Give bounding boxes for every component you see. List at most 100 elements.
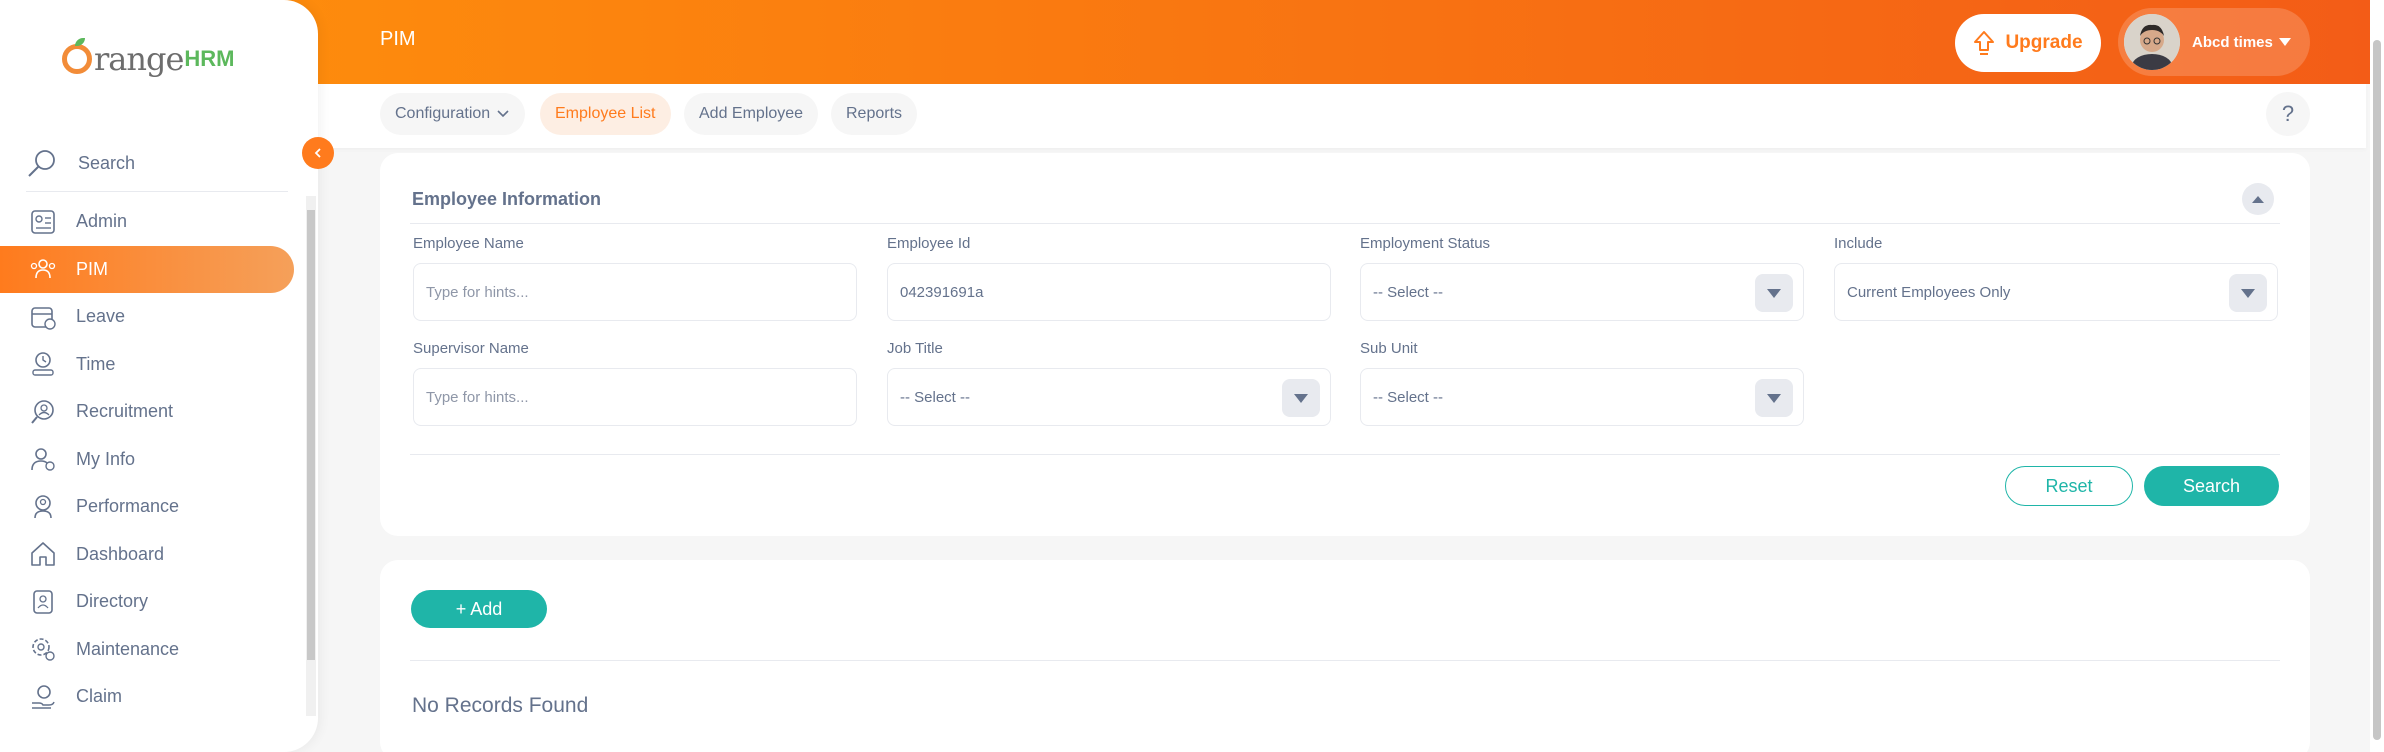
time-icon <box>28 349 58 379</box>
sidebar-item-label: Maintenance <box>76 638 180 659</box>
search-icon <box>28 149 55 177</box>
help-button[interactable]: ? <box>2266 92 2310 136</box>
sidebar-item-dashboard[interactable]: Dashboard <box>0 531 296 579</box>
tab-employee-list[interactable]: Employee List <box>540 93 671 135</box>
sidebar-item-label: Time <box>76 353 116 374</box>
recruitment-icon <box>28 397 58 427</box>
orangehrm-logo[interactable]: range HRM <box>62 38 235 78</box>
directory-icon <box>28 587 58 617</box>
chevron-left-icon <box>314 148 321 158</box>
sidebar-item-maintenance[interactable]: Maintenance <box>0 626 296 674</box>
sidebar-item-my-info[interactable]: My Info <box>0 436 296 484</box>
job-title-value: -- Select -- <box>900 388 971 406</box>
user-name: Abcd times <box>2192 33 2273 51</box>
sidebar-item-admin[interactable]: Admin <box>0 198 296 246</box>
my-info-icon <box>28 444 58 474</box>
top-bar: PIM Upgrade Abcd times <box>0 0 2384 84</box>
dashboard-icon <box>28 539 58 569</box>
include-label: Include <box>1834 235 1883 252</box>
add-employee-button[interactable]: + Add <box>411 590 547 628</box>
sidebar-item-label: Recruitment <box>76 401 174 422</box>
dropdown-toggle[interactable] <box>1282 379 1320 417</box>
job-title-label: Job Title <box>887 340 943 357</box>
sidebar-scrollbar[interactable] <box>306 196 316 716</box>
tab-reports-label: Reports <box>846 105 903 122</box>
supervisor-name-label: Supervisor Name <box>413 340 529 357</box>
card-title: Employee Information <box>412 189 602 209</box>
pim-icon <box>28 254 58 284</box>
logo-icon <box>62 38 92 74</box>
sidebar-item-label: Claim <box>76 686 123 707</box>
sidebar-search-placeholder: Search <box>78 153 136 173</box>
tab-configuration[interactable]: Configuration <box>380 93 526 135</box>
sidebar-item-label: Directory <box>76 591 149 612</box>
caret-down-icon <box>2241 288 2255 298</box>
sidebar-item-label: Performance <box>76 496 180 517</box>
caret-down-icon <box>1294 393 1308 403</box>
sidebar-item-label: My Info <box>76 448 136 469</box>
tab-reports[interactable]: Reports <box>831 93 918 135</box>
performance-icon <box>28 492 58 522</box>
page-scrollbar-thumb[interactable] <box>2373 40 2381 740</box>
caret-down-icon <box>2278 38 2291 46</box>
sidebar-item-pim[interactable]: PIM <box>0 245 294 293</box>
help-icon: ? <box>2281 101 2295 126</box>
caret-down-icon <box>1767 393 1781 403</box>
sub-unit-value: -- Select -- <box>1373 388 1444 406</box>
dropdown-toggle[interactable] <box>2229 274 2267 312</box>
empty-state-text: No Records Found <box>412 694 589 717</box>
caret-down-icon <box>1767 288 1781 298</box>
leave-icon <box>28 302 58 332</box>
sidebar-item-label: Admin <box>76 211 128 232</box>
divider <box>410 660 2280 661</box>
main-menu: Admin PIM Leave Time Recruitment My Info… <box>0 198 296 721</box>
include-value: Current Employees Only <box>1847 283 2011 301</box>
page-scrollbar[interactable] <box>2370 0 2384 752</box>
upgrade-icon <box>1974 31 1995 55</box>
employee-id-input[interactable]: 042391691a <box>887 263 1331 321</box>
job-title-select[interactable]: -- Select -- <box>887 368 1331 426</box>
sidebar-item-claim[interactable]: Claim <box>0 673 296 721</box>
sidebar-item-label: Leave <box>76 306 126 327</box>
employee-name-input[interactable]: Type for hints... <box>413 263 857 321</box>
employment-status-select[interactable]: -- Select -- <box>1360 263 1804 321</box>
avatar <box>2124 14 2180 70</box>
caret-up-icon <box>2252 196 2264 203</box>
chevron-down-icon <box>497 110 509 118</box>
employee-name-label: Employee Name <box>413 235 524 252</box>
sidebar-item-label: Dashboard <box>76 543 165 564</box>
divider <box>410 454 2280 455</box>
sidebar-item-label: PIM <box>76 258 109 279</box>
collapse-filter-button[interactable] <box>2242 183 2274 215</box>
search-button[interactable]: Search <box>2144 466 2279 506</box>
divider <box>410 223 2280 224</box>
sub-unit-label: Sub Unit <box>1360 340 1418 357</box>
sidebar-item-leave[interactable]: Leave <box>0 293 296 341</box>
sub-unit-select[interactable]: -- Select -- <box>1360 368 1804 426</box>
sidebar-item-performance[interactable]: Performance <box>0 483 296 531</box>
sidebar-item-recruitment[interactable]: Recruitment <box>0 388 296 436</box>
tab-add-employee-label: Add Employee <box>699 105 804 122</box>
tab-add-employee[interactable]: Add Employee <box>684 93 819 135</box>
upgrade-button[interactable]: Upgrade <box>1955 14 2101 72</box>
dropdown-toggle[interactable] <box>1755 379 1793 417</box>
sidebar-collapse-button[interactable] <box>302 137 334 169</box>
include-select[interactable]: Current Employees Only <box>1834 263 2278 321</box>
tab-configuration-label: Configuration <box>395 105 491 122</box>
tab-employee-list-label: Employee List <box>555 105 656 122</box>
supervisor-name-input[interactable]: Type for hints... <box>413 368 857 426</box>
sidebar-search[interactable]: Search <box>26 136 288 192</box>
upgrade-label: Upgrade <box>2005 32 2083 53</box>
maintenance-icon <box>28 634 58 664</box>
dropdown-toggle[interactable] <box>1755 274 1793 312</box>
sidebar-item-time[interactable]: Time <box>0 341 296 389</box>
reset-button[interactable]: Reset <box>2005 466 2133 506</box>
admin-icon <box>28 207 58 237</box>
employee-list-card: + Add No Records Found <box>380 560 2310 752</box>
page-title: PIM <box>380 28 416 50</box>
claim-icon <box>28 682 58 712</box>
user-dropdown[interactable]: Abcd times <box>2118 8 2310 76</box>
sidebar-item-directory[interactable]: Directory <box>0 578 296 626</box>
sidebar-scrollbar-thumb[interactable] <box>307 210 315 660</box>
employment-status-label: Employment Status <box>1360 235 1491 252</box>
